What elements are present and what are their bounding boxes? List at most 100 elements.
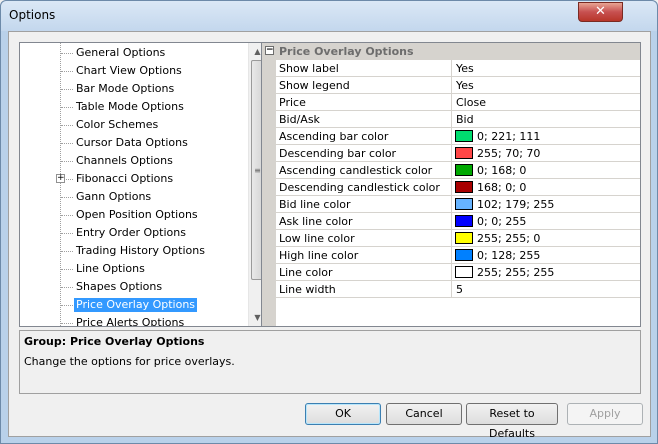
property-value[interactable]: 0; 168; 0 — [477, 164, 526, 177]
color-swatch[interactable] — [455, 164, 473, 176]
property-row[interactable]: Bid line color 102; 179; 255 — [276, 196, 640, 213]
property-row[interactable]: Bid/Ask Bid — [276, 111, 640, 128]
tree-item[interactable]: Gann Options — [20, 188, 248, 206]
property-row[interactable]: Ascending candlestick color 0; 168; 0 — [276, 162, 640, 179]
tree-connector — [61, 287, 73, 288]
property-grid: − Price Overlay Options Show label Yes Sho… — [261, 42, 641, 327]
reset-to-defaults-button[interactable]: Reset to Defaults — [466, 403, 558, 440]
property-row[interactable]: Low line color 255; 255; 0 — [276, 230, 640, 247]
tree-item[interactable]: Color Schemes — [20, 116, 248, 134]
close-button[interactable]: ✕ — [578, 2, 623, 22]
tree-item[interactable]: Entry Order Options — [20, 224, 248, 242]
color-swatch[interactable] — [455, 266, 473, 278]
tree-item[interactable]: Price Overlay Options — [20, 296, 248, 314]
tree-item-label: Line Options — [76, 262, 145, 275]
property-row[interactable]: Ascending bar color 0; 221; 111 — [276, 128, 640, 145]
tree-item[interactable]: Trading History Options — [20, 242, 248, 260]
tree-item[interactable]: + Fibonacci Options — [20, 170, 248, 188]
tree-item-label: Trading History Options — [76, 244, 205, 257]
property-value[interactable]: Bid — [456, 113, 474, 126]
tree-item[interactable]: Chart View Options — [20, 62, 248, 80]
property-value[interactable]: 255; 70; 70 — [477, 147, 540, 160]
color-swatch[interactable] — [455, 198, 473, 210]
tree-item-label: Fibonacci Options — [76, 172, 174, 185]
property-value[interactable]: 0; 0; 255 — [477, 215, 526, 228]
cancel-button[interactable]: Cancel — [386, 403, 462, 425]
collapse-icon[interactable]: − — [265, 46, 274, 55]
property-value[interactable]: 5 — [456, 283, 463, 296]
tree-item[interactable]: Cursor Data Options — [20, 134, 248, 152]
property-row[interactable]: Ask line color 0; 0; 255 — [276, 213, 640, 230]
property-value[interactable]: 255; 255; 255 — [477, 266, 554, 279]
apply-button[interactable]: Apply — [567, 403, 643, 425]
tree-item-label: Chart View Options — [76, 64, 182, 77]
tree-connector — [61, 323, 73, 324]
ok-button[interactable]: OK — [305, 403, 381, 425]
property-value[interactable]: Yes — [456, 62, 474, 75]
options-tree: General Options Chart View Options Bar Mod… — [19, 42, 265, 327]
column-divider — [451, 128, 452, 145]
tree-item-label: Entry Order Options — [76, 226, 186, 239]
tree-item[interactable]: Line Options — [20, 260, 248, 278]
tree-item[interactable]: Table Mode Options — [20, 98, 248, 116]
property-row[interactable]: Price Close — [276, 94, 640, 111]
property-row[interactable]: Descending candlestick color 168; 0; 0 — [276, 179, 640, 196]
property-name: Show legend — [279, 79, 350, 92]
tree-item[interactable]: Price Alerts Options — [20, 314, 248, 327]
tree-connector — [61, 161, 73, 162]
property-category-header[interactable]: − Price Overlay Options — [262, 43, 640, 60]
tree-item-label: Price Alerts Options — [76, 316, 185, 327]
tree-connector — [61, 89, 73, 90]
property-row[interactable]: Descending bar color 255; 70; 70 — [276, 145, 640, 162]
tree-item-label: General Options — [76, 46, 166, 59]
property-name: Price — [279, 96, 306, 109]
tree-item-label: Gann Options — [76, 190, 152, 203]
tree-item-label: Color Schemes — [76, 118, 159, 131]
property-value[interactable]: 255; 255; 0 — [477, 232, 540, 245]
property-row[interactable]: Line width 5 — [276, 281, 640, 298]
title-bar[interactable]: Options ✕ — [1, 1, 657, 31]
tree-item-label: Shapes Options — [76, 280, 163, 293]
description-title: Group: Price Overlay Options — [24, 335, 205, 348]
tree-item-label: Price Overlay Options — [74, 298, 198, 312]
column-divider — [451, 247, 452, 264]
property-value[interactable]: Close — [456, 96, 486, 109]
color-swatch[interactable] — [455, 249, 473, 261]
tree-connector — [61, 53, 73, 54]
property-row[interactable]: Line color 255; 255; 255 — [276, 264, 640, 281]
color-swatch[interactable] — [455, 130, 473, 142]
property-value[interactable]: 168; 0; 0 — [477, 181, 526, 194]
tree-connector — [61, 305, 73, 306]
color-swatch[interactable] — [455, 215, 473, 227]
tree-connector — [61, 197, 73, 198]
tree-connector — [61, 143, 73, 144]
property-value[interactable]: 0; 128; 255 — [477, 249, 540, 262]
property-name: Low line color — [279, 232, 355, 245]
color-swatch[interactable] — [455, 232, 473, 244]
expand-icon[interactable]: + — [56, 174, 65, 183]
tree-item[interactable]: Open Position Options — [20, 206, 248, 224]
tree-item[interactable]: General Options — [20, 44, 248, 62]
grip-icon: ≡ — [254, 166, 261, 175]
column-divider — [451, 179, 452, 196]
column-divider — [451, 60, 452, 77]
grid-margin — [262, 60, 276, 326]
tree-item[interactable]: Shapes Options — [20, 278, 248, 296]
color-swatch[interactable] — [455, 181, 473, 193]
property-value[interactable]: 0; 221; 111 — [477, 130, 540, 143]
tree-item-label: Table Mode Options — [76, 100, 184, 113]
property-value[interactable]: 102; 179; 255 — [477, 198, 554, 211]
property-row[interactable]: Show label Yes — [276, 60, 640, 77]
column-divider — [451, 94, 452, 111]
property-name: Ask line color — [279, 215, 353, 228]
color-swatch[interactable] — [455, 147, 473, 159]
property-value[interactable]: Yes — [456, 79, 474, 92]
property-row[interactable]: High line color 0; 128; 255 — [276, 247, 640, 264]
tree-item[interactable]: Channels Options — [20, 152, 248, 170]
tree-item-label: Bar Mode Options — [76, 82, 175, 95]
tree-item[interactable]: Bar Mode Options — [20, 80, 248, 98]
column-divider — [451, 264, 452, 281]
property-name: Bid line color — [279, 198, 351, 211]
tree-connector — [61, 251, 73, 252]
property-row[interactable]: Show legend Yes — [276, 77, 640, 94]
